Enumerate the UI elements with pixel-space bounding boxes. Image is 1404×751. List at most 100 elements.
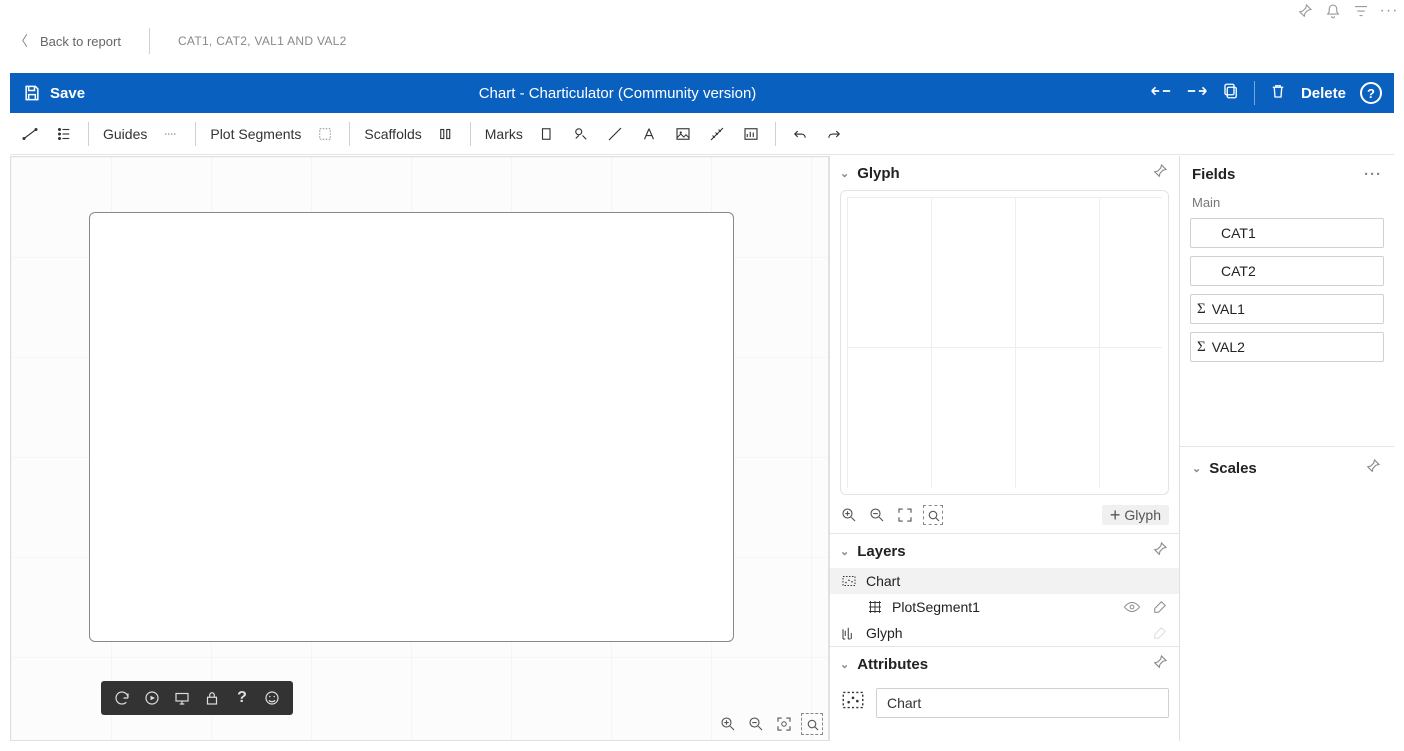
- glyph-editor[interactable]: [840, 190, 1169, 495]
- mark-nested-icon[interactable]: [741, 124, 761, 144]
- chevron-down-icon[interactable]: ⌄: [840, 658, 849, 671]
- mark-symbol-icon[interactable]: [571, 124, 591, 144]
- field-pill-val1[interactable]: Σ VAL1: [1190, 294, 1384, 324]
- eye-icon[interactable]: [1123, 598, 1141, 616]
- glyph-zoom-in-icon[interactable]: [840, 506, 858, 524]
- divider: [149, 28, 150, 54]
- sigma-icon: Σ: [1197, 339, 1206, 356]
- breadcrumb-title: CAT1, CAT2, VAL1 AND VAL2: [178, 34, 347, 48]
- chevron-down-icon[interactable]: ⌄: [840, 167, 849, 180]
- plus-icon: +: [1110, 508, 1121, 522]
- pin-icon[interactable]: [1151, 162, 1169, 184]
- attributes-panel: ⌄ Attributes: [830, 646, 1179, 728]
- chevron-down-icon[interactable]: ⌄: [840, 545, 849, 558]
- lock-icon[interactable]: [203, 689, 221, 707]
- add-glyph-label: Glyph: [1124, 507, 1161, 523]
- more-icon[interactable]: ···: [1380, 2, 1398, 20]
- delete-button[interactable]: Delete: [1301, 85, 1346, 102]
- scales-panel-title: Scales: [1209, 460, 1257, 477]
- more-icon[interactable]: ···: [1364, 166, 1382, 183]
- scaffolds-label: Scaffolds: [364, 126, 421, 142]
- plot-segments-label: Plot Segments: [210, 126, 301, 142]
- chart-canvas[interactable]: ?: [10, 156, 829, 741]
- field-pill-val2[interactable]: Σ VAL2: [1190, 332, 1384, 362]
- help-button[interactable]: ?: [1360, 82, 1382, 104]
- field-pill-cat1[interactable]: CAT1: [1190, 218, 1384, 248]
- emoji-icon[interactable]: [263, 689, 281, 707]
- plot-segment-tool-icon[interactable]: [315, 124, 335, 144]
- field-pill-cat2[interactable]: CAT2: [1190, 256, 1384, 286]
- eraser-icon[interactable]: [1151, 624, 1169, 642]
- chevron-left-icon: 〈: [14, 31, 28, 51]
- mark-text-icon[interactable]: [639, 124, 659, 144]
- layer-label: Glyph: [866, 625, 903, 641]
- glyph-zoom-selection-icon[interactable]: [924, 506, 942, 524]
- mark-icon-icon[interactable]: [673, 124, 693, 144]
- back-label: Back to report: [40, 34, 121, 49]
- layer-row-glyph[interactable]: Glyph: [830, 620, 1179, 646]
- save-button[interactable]: Save: [22, 83, 85, 103]
- zoom-in-icon[interactable]: [718, 714, 738, 734]
- chevron-down-icon[interactable]: ⌄: [1192, 462, 1201, 475]
- breadcrumb: 〈 Back to report CAT1, CAT2, VAL1 AND VA…: [14, 28, 1390, 54]
- fields-panel-header: Fields ···: [1180, 156, 1394, 189]
- filter-icon[interactable]: [1352, 2, 1370, 20]
- undo-icon[interactable]: [790, 124, 810, 144]
- layer-row-chart[interactable]: Chart: [830, 568, 1179, 594]
- scales-panel-header: ⌄ Scales: [1180, 446, 1394, 489]
- zoom-out-icon[interactable]: [746, 714, 766, 734]
- trash-icon[interactable]: [1269, 82, 1287, 105]
- zoom-fit-icon[interactable]: [774, 714, 794, 734]
- pin-icon[interactable]: [1151, 540, 1169, 562]
- mark-rect-icon[interactable]: [537, 124, 557, 144]
- layer-label: PlotSegment1: [892, 599, 980, 615]
- glyph-zoom-fit-icon[interactable]: [896, 506, 914, 524]
- sigma-icon: Σ: [1197, 301, 1206, 318]
- layer-row-plotsegment[interactable]: PlotSegment1: [830, 594, 1179, 620]
- attributes-panel-title: Attributes: [857, 656, 928, 673]
- attribute-name-input[interactable]: [876, 688, 1169, 718]
- field-label: CAT2: [1221, 263, 1256, 279]
- mark-line-icon[interactable]: [605, 124, 625, 144]
- field-label: VAL2: [1212, 339, 1245, 355]
- guides-tool-icon[interactable]: [161, 124, 181, 144]
- layer-label: Chart: [866, 573, 900, 589]
- present-icon[interactable]: [173, 689, 191, 707]
- fit-right-icon[interactable]: [1186, 82, 1208, 105]
- divider: [1254, 81, 1255, 105]
- save-label: Save: [50, 85, 85, 102]
- glyph-panel-title: Glyph: [857, 165, 900, 182]
- field-label: CAT1: [1221, 225, 1256, 241]
- eraser-icon[interactable]: [1151, 598, 1169, 616]
- pin-visual-icon[interactable]: [1296, 2, 1314, 20]
- glyph-zoom-out-icon[interactable]: [868, 506, 886, 524]
- field-label: VAL1: [1212, 301, 1245, 317]
- bell-icon[interactable]: [1324, 2, 1342, 20]
- pin-icon[interactable]: [1151, 653, 1169, 675]
- layers-panel-title: Layers: [857, 543, 905, 560]
- pin-icon[interactable]: [1364, 457, 1382, 479]
- command-bar: Save Chart - Charticulator (Community ve…: [10, 73, 1394, 113]
- chart-artboard[interactable]: [89, 212, 734, 642]
- canvas-zoom-controls: [718, 714, 822, 734]
- scaffold-tool-icon[interactable]: [436, 124, 456, 144]
- canvas-footer-toolbar: ?: [101, 681, 293, 715]
- copy-icon[interactable]: [1222, 82, 1240, 105]
- tool-toolbar: Guides Plot Segments Scaffolds Marks: [10, 113, 1394, 155]
- link-tool-icon[interactable]: [20, 124, 40, 144]
- guides-label: Guides: [103, 126, 147, 142]
- zoom-selection-icon[interactable]: [802, 714, 822, 734]
- fields-panel-title: Fields: [1192, 166, 1235, 183]
- refresh-icon[interactable]: [113, 689, 131, 707]
- add-glyph-button[interactable]: + Glyph: [1102, 505, 1169, 525]
- redo-icon[interactable]: [824, 124, 844, 144]
- mark-dataaxis-icon[interactable]: [707, 124, 727, 144]
- legend-tool-icon[interactable]: [54, 124, 74, 144]
- chart-type-icon: [840, 687, 866, 718]
- fit-left-icon[interactable]: [1150, 82, 1172, 105]
- back-to-report-button[interactable]: 〈 Back to report: [14, 31, 121, 51]
- play-icon[interactable]: [143, 689, 161, 707]
- layers-panel: ⌄ Layers Chart PlotSegment1: [830, 533, 1179, 646]
- app-title: Chart - Charticulator (Community version…: [85, 85, 1150, 102]
- help-icon[interactable]: ?: [233, 689, 251, 707]
